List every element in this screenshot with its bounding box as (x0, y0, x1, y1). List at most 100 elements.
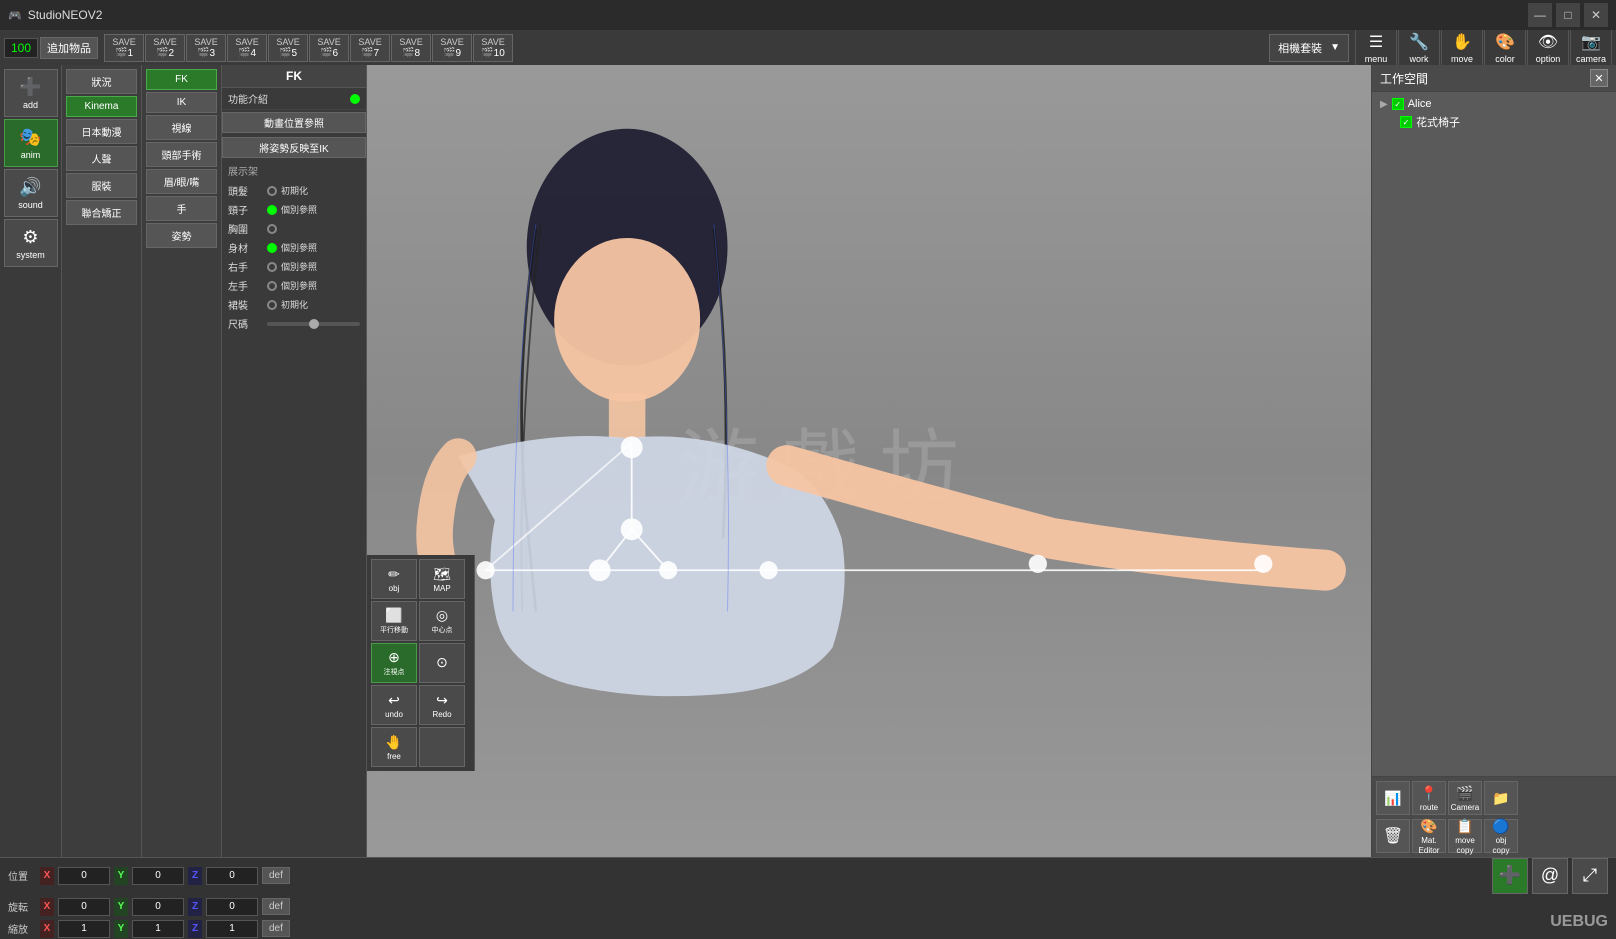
rot-def-button[interactable]: def (262, 898, 290, 915)
save-btn-7[interactable]: SAVE 🎬7 (350, 34, 390, 62)
fk-body-row: 身材 個別參照 (222, 238, 366, 257)
fk-button[interactable]: FK (146, 69, 217, 90)
fk-intro-row: 功能介紹 (222, 88, 366, 110)
chest-radio[interactable] (267, 224, 277, 234)
color-icon: 🎨 (1495, 32, 1515, 52)
mat-icon: 🎨 (1420, 818, 1437, 835)
status-costume-btn[interactable]: 服裝 (66, 173, 137, 198)
hand-button[interactable]: 手 (146, 196, 217, 221)
hair-radio[interactable] (267, 186, 277, 196)
display-frame-label: 展示架 (222, 160, 366, 181)
target-button[interactable]: @ (1532, 858, 1568, 894)
chair-checkbox[interactable]: ✓ (1400, 116, 1412, 128)
add-button[interactable]: ➕ add (4, 69, 58, 117)
chair-label: 花式椅子 (1416, 114, 1460, 130)
fullscreen-button[interactable]: ⤢ (1572, 858, 1608, 894)
anim-button[interactable]: 🎭 anim (4, 119, 58, 167)
viewport[interactable]: 游 戲 坊 (367, 65, 1371, 857)
save-btn-8[interactable]: SAVE 🎬8 (391, 34, 431, 62)
move-icon: ✋ (1452, 32, 1472, 52)
system-button[interactable]: ⚙ system (4, 219, 58, 267)
center-icon: ◎ (436, 607, 448, 624)
delete-button[interactable]: 🗑 (1376, 819, 1410, 853)
rot-x-axis: X (40, 898, 54, 916)
skirt-radio[interactable] (267, 300, 277, 310)
status-kinema-btn[interactable]: Kinema (66, 96, 137, 117)
map-tool-button[interactable]: 🗺 MAP (419, 559, 465, 599)
system-label: system (16, 250, 45, 260)
status-kyokou-btn[interactable]: 狀況 (66, 69, 137, 94)
add-objects-button[interactable]: 追加物品 (40, 37, 98, 59)
eyebrow-button[interactable]: 眉/眼/嘴 (146, 169, 217, 194)
empty-tool-button[interactable] (419, 727, 465, 767)
alice-checkbox[interactable]: ✓ (1392, 98, 1404, 110)
maximize-button[interactable]: □ (1556, 3, 1580, 27)
obj-icon: ✏ (388, 566, 400, 583)
tool-row-5: 🤚 free (371, 727, 470, 767)
route-btn[interactable]: 📍 route (1412, 781, 1446, 815)
righthand-radio[interactable] (267, 262, 277, 272)
center-button[interactable]: ◎ 中心点 (419, 601, 465, 641)
rp-toolbar-row2: 🗑 🎨 Mat. Editor 📋 move copy 🔵 obj (1376, 819, 1612, 853)
status-voice-btn[interactable]: 人聲 (66, 146, 137, 171)
ik-button[interactable]: IK (146, 92, 217, 113)
head-surgery-button[interactable]: 頭部手術 (146, 142, 217, 167)
gaze-point-button[interactable]: ⊕ 注視点 (371, 643, 417, 683)
move-plus-button[interactable]: ➕ (1492, 858, 1528, 894)
obj-copy-btn[interactable]: 🔵 obj copy (1484, 819, 1518, 853)
undo-button[interactable]: ↩ undo (371, 685, 417, 725)
vision-button[interactable]: 視線 (146, 115, 217, 140)
save-btn-1[interactable]: SAVE 🎬1 (104, 34, 144, 62)
body-radio[interactable] (267, 243, 277, 253)
system-icon: ⚙ (22, 227, 38, 248)
free-button[interactable]: 🤚 free (371, 727, 417, 767)
rot-x-input[interactable] (58, 898, 110, 916)
redo-button[interactable]: ↪ Redo (419, 685, 465, 725)
tool-circle-button[interactable]: ⊙ (419, 643, 465, 683)
close-button[interactable]: ✕ (1584, 3, 1608, 27)
map-icon: 🗺 (433, 566, 451, 583)
neck-radio[interactable] (267, 205, 277, 215)
pos-z-input[interactable] (206, 867, 258, 885)
move-copy-btn[interactable]: 📋 move copy (1448, 819, 1482, 853)
lefthand-radio[interactable] (267, 281, 277, 291)
scale-z-axis: Z (188, 920, 202, 938)
save-btn-3[interactable]: SAVE 🎬3 (186, 34, 226, 62)
tree-item-alice[interactable]: ▶ ✓ Alice (1376, 96, 1612, 112)
status-nihon-btn[interactable]: 日本動漫 (66, 119, 137, 144)
tree-item-chair[interactable]: ✓ 花式椅子 (1376, 112, 1612, 132)
camera-preset-dropdown[interactable]: 相機套裝 ▼ (1269, 34, 1349, 62)
save-btn-9[interactable]: SAVE 🎬9 (432, 34, 472, 62)
mat-editor-btn[interactable]: 🎨 Mat. Editor (1412, 819, 1446, 853)
pose-button[interactable]: 姿勢 (146, 223, 217, 248)
save-btn-4[interactable]: SAVE 🎬4 (227, 34, 267, 62)
ik-reflect-btn[interactable]: 將姿勢反映至IK (222, 137, 366, 158)
tool-row-3: ⊕ 注視点 ⊙ (371, 643, 470, 683)
obj-tool-button[interactable]: ✏ obj (371, 559, 417, 599)
sound-button[interactable]: 🔊 sound (4, 169, 58, 217)
fk-hair-row: 頭髮 初期化 (222, 181, 366, 200)
rot-z-input[interactable] (206, 898, 258, 916)
scale-y-input[interactable] (132, 920, 184, 938)
anim-pos-btn[interactable]: 動畫位置參照 (222, 112, 366, 133)
flat-move-button[interactable]: ⬜ 平行移動 (371, 601, 417, 641)
scale-def-button[interactable]: def (262, 920, 290, 937)
scale-z-input[interactable] (206, 920, 258, 938)
save-btn-6[interactable]: SAVE 🎬6 (309, 34, 349, 62)
pos-y-input[interactable] (132, 867, 184, 885)
right-panel-toolbar: 📊 📍 route 🎬 Camera 📁 🗑 (1372, 776, 1616, 857)
minimize-button[interactable]: — (1528, 3, 1552, 27)
pos-def-button[interactable]: def (262, 867, 290, 884)
folder-btn[interactable]: 📁 (1484, 781, 1518, 815)
save-btn-2[interactable]: SAVE 🎬2 (145, 34, 185, 62)
save-btn-10[interactable]: SAVE 🎬10 (473, 34, 513, 62)
rot-y-input[interactable] (132, 898, 184, 916)
chart-btn[interactable]: 📊 (1376, 781, 1410, 815)
workspace-close-button[interactable]: ✕ (1590, 69, 1608, 87)
size-slider[interactable] (267, 322, 360, 326)
scale-x-input[interactable] (58, 920, 110, 938)
status-correction-btn[interactable]: 聯合矯正 (66, 200, 137, 225)
camera-panel-btn[interactable]: 🎬 Camera (1448, 781, 1482, 815)
pos-x-input[interactable] (58, 867, 110, 885)
save-btn-5[interactable]: SAVE 🎬5 (268, 34, 308, 62)
